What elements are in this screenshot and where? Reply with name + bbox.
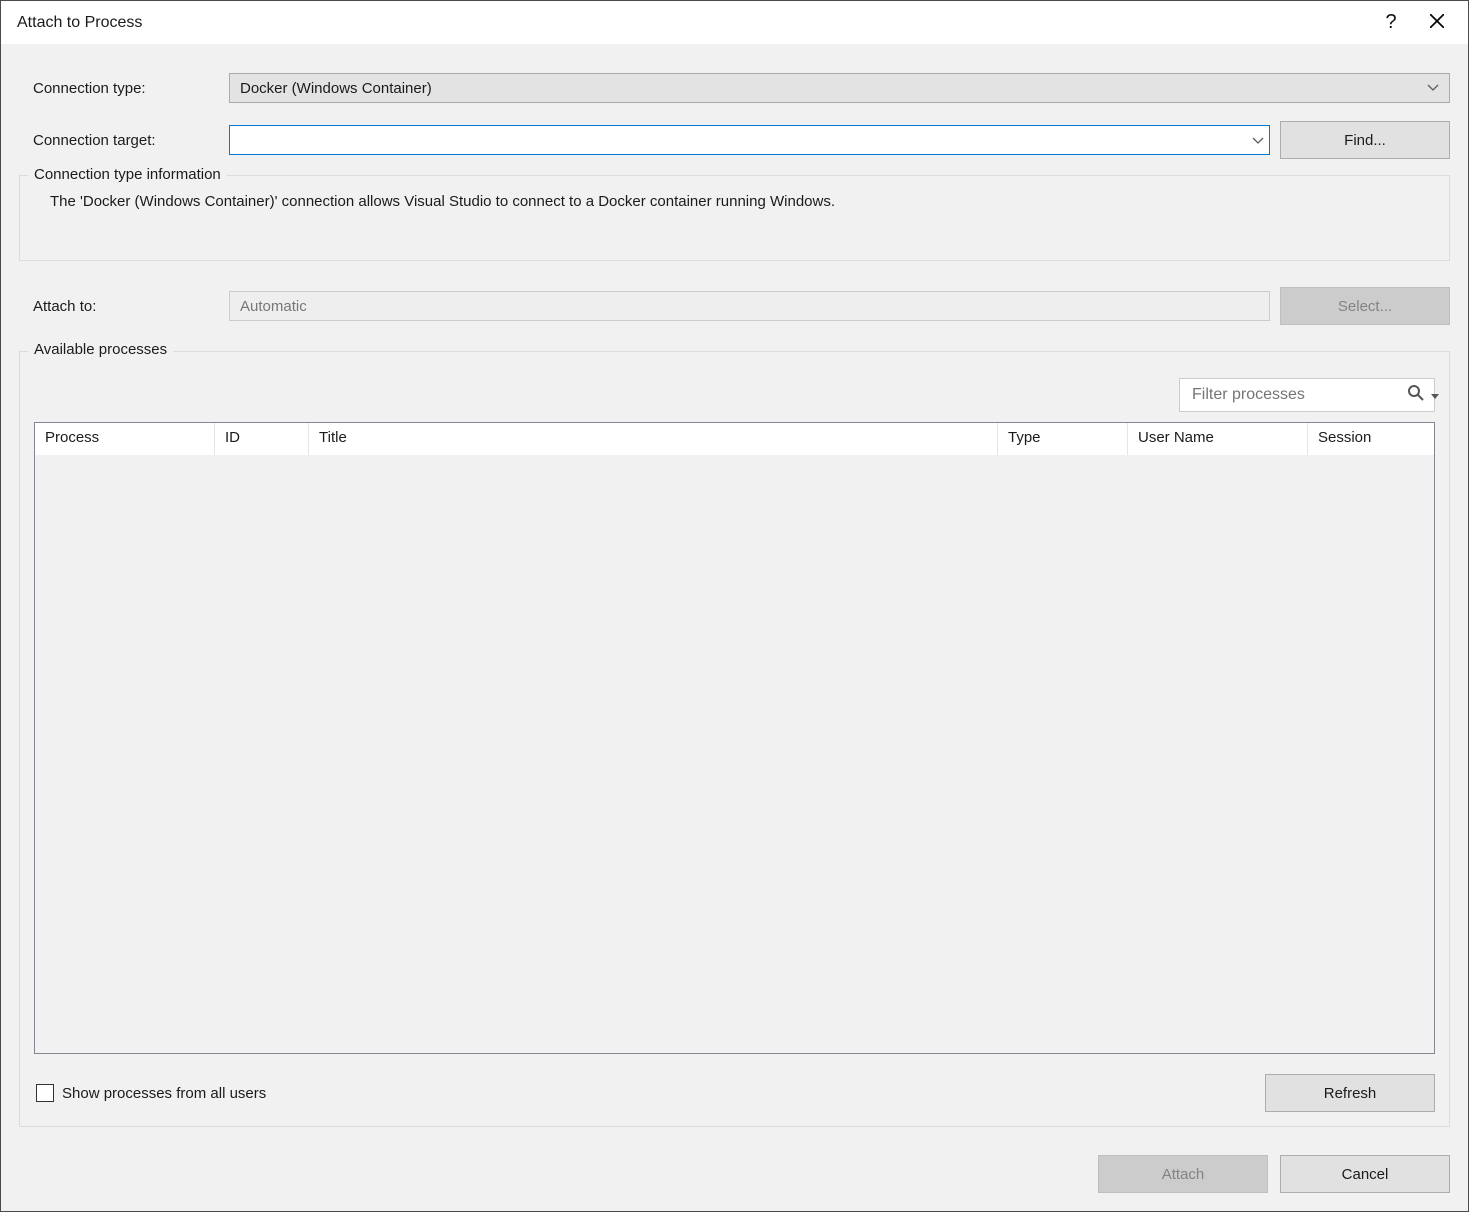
column-type[interactable]: Type (998, 423, 1128, 455)
connection-target-row: Connection target: Find... (19, 121, 1450, 159)
filter-dropdown-button[interactable] (1431, 387, 1439, 404)
close-button[interactable] (1414, 7, 1460, 39)
available-processes-legend: Available processes (28, 341, 173, 358)
attach-button: Attach (1098, 1155, 1268, 1193)
connection-target-dropdown-button[interactable] (1245, 126, 1269, 154)
table-header: Process ID Title Type User Name Session (35, 423, 1434, 455)
select-button-label: Select... (1338, 298, 1392, 315)
column-session[interactable]: Session (1308, 423, 1434, 455)
attach-to-label: Attach to: (19, 298, 219, 315)
chevron-down-icon (1252, 132, 1264, 149)
close-icon (1430, 12, 1444, 33)
connection-type-info-legend: Connection type information (28, 166, 227, 183)
find-button[interactable]: Find... (1280, 121, 1450, 159)
attach-to-process-dialog: Attach to Process ? Connection type: Doc… (0, 0, 1469, 1212)
filter-row (34, 378, 1435, 412)
refresh-button-label: Refresh (1324, 1085, 1377, 1102)
chevron-down-icon (1427, 84, 1439, 92)
cancel-button-label: Cancel (1342, 1166, 1389, 1183)
connection-target-input[interactable] (230, 126, 1245, 154)
connection-type-info-text: The 'Docker (Windows Container)' connect… (20, 193, 1449, 210)
table-body (35, 455, 1434, 1053)
cancel-button[interactable]: Cancel (1280, 1155, 1450, 1193)
connection-type-value: Docker (Windows Container) (240, 80, 432, 97)
dialog-content: Connection type: Docker (Windows Contain… (1, 45, 1468, 1211)
help-button[interactable]: ? (1368, 7, 1414, 39)
checkbox-box (36, 1084, 54, 1102)
available-processes-group: Available processes Process ID Title (19, 351, 1450, 1127)
show-all-users-label: Show processes from all users (62, 1085, 266, 1102)
find-button-label: Find... (1344, 132, 1386, 149)
attach-to-row: Attach to: Automatic Select... (19, 287, 1450, 325)
window-title: Attach to Process (17, 14, 1368, 32)
connection-target-combo[interactable] (229, 125, 1270, 155)
select-button: Select... (1280, 287, 1450, 325)
connection-target-label: Connection target: (19, 132, 219, 149)
dialog-footer: Attach Cancel (19, 1155, 1450, 1193)
connection-type-label: Connection type: (19, 80, 219, 97)
below-table-row: Show processes from all users Refresh (34, 1074, 1435, 1112)
filter-processes-box[interactable] (1179, 378, 1435, 412)
refresh-button[interactable]: Refresh (1265, 1074, 1435, 1112)
title-bar: Attach to Process ? (1, 1, 1468, 45)
connection-type-info-group: Connection type information The 'Docker … (19, 175, 1450, 261)
attach-button-label: Attach (1162, 1166, 1205, 1183)
connection-type-select[interactable]: Docker (Windows Container) (229, 73, 1450, 103)
connection-type-row: Connection type: Docker (Windows Contain… (19, 73, 1450, 103)
attach-to-field: Automatic (229, 291, 1270, 321)
show-all-users-checkbox[interactable]: Show processes from all users (34, 1084, 266, 1102)
column-title[interactable]: Title (309, 423, 998, 455)
search-icon (1407, 384, 1425, 406)
help-icon: ? (1385, 11, 1396, 34)
attach-to-value: Automatic (240, 298, 307, 315)
column-id[interactable]: ID (215, 423, 309, 455)
filter-processes-input[interactable] (1190, 385, 1401, 405)
column-user-name[interactable]: User Name (1128, 423, 1308, 455)
column-process[interactable]: Process (35, 423, 215, 455)
processes-table[interactable]: Process ID Title Type User Name Session (34, 422, 1435, 1054)
